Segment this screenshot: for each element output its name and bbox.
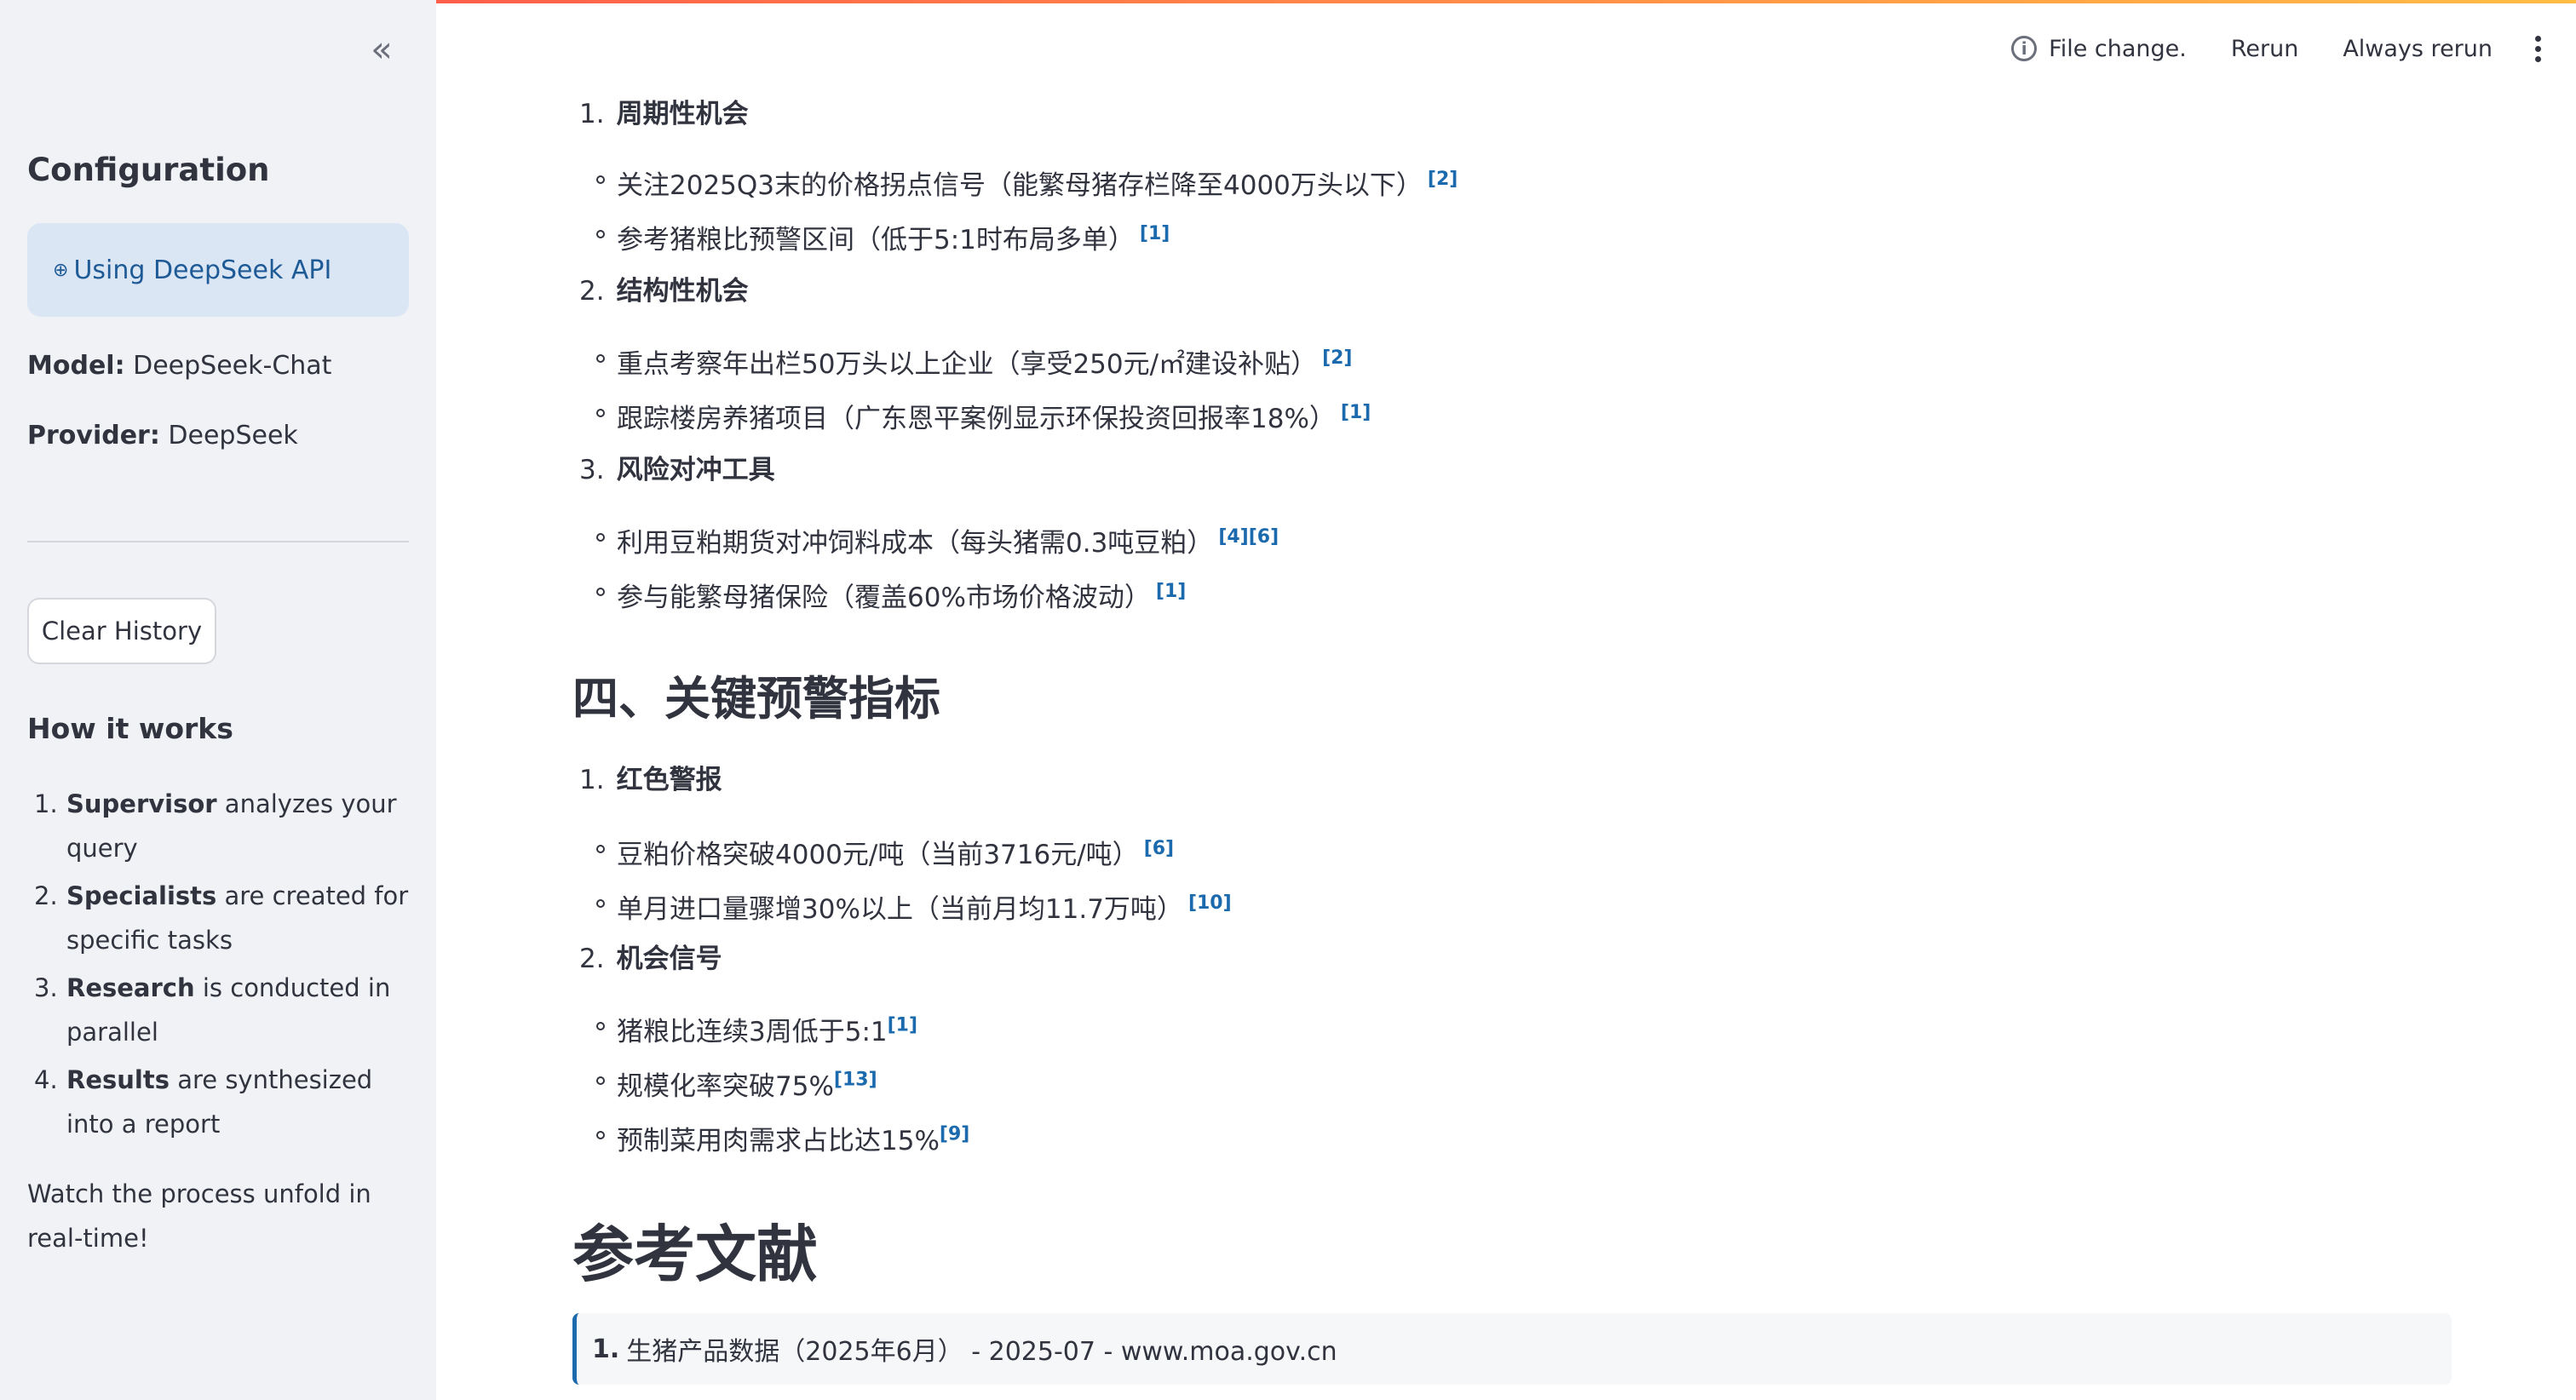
main-content: 1. 周期性机会 关注2025Q3末的价格拐点信号（能繁母猪存栏降至4000万头以… (436, 0, 2576, 1400)
how-step: 4. Results are synthesized into a report (34, 1065, 373, 1139)
list-item: 3. 风险对冲工具 (579, 455, 775, 485)
bullet-item: 单月进口量骤增30%以上（当前月均11.7万吨） [10] (596, 887, 1232, 926)
citation-link[interactable]: [1] (1140, 223, 1170, 244)
reference-item: 1. 生猪产品数据（2025年6月） - 2025-07 - www.moa.g… (572, 1313, 2452, 1385)
bullet-item: 预制菜用肉需求占比达15%[9] (595, 1119, 969, 1157)
list-item: 2. 结构性机会 (579, 276, 749, 307)
citation-link[interactable]: [1] (1156, 581, 1186, 602)
sidebar-title: Configuration (27, 152, 270, 188)
citation-link[interactable]: [2] (1322, 347, 1352, 369)
api-notice-text: Using DeepSeek API (73, 255, 332, 285)
how-step: 1. Supervisor analyzes your query (34, 789, 397, 863)
bullet-item: 豆粕价格突破4000元/吨（当前3716元/吨） [6] (595, 833, 1174, 871)
globe-icon: ⊕ (53, 259, 69, 281)
clear-history-button[interactable]: Clear History (27, 598, 216, 664)
bullet-item: 跟踪楼房养猪项目（广东恩平案例显示环保投资回报率18%） [1] (595, 397, 1371, 435)
list-item: 2. 机会信号 (579, 944, 722, 974)
sidebar-divider (27, 541, 409, 542)
how-it-works-heading: How it works (27, 712, 233, 745)
section-heading: 四、关键预警指标 (572, 672, 940, 726)
provider-label: Provider: (27, 421, 160, 450)
watch-text: Watch the process unfold in real-time! (27, 1179, 371, 1253)
citation-link[interactable]: [13] (834, 1070, 877, 1091)
provider-value: DeepSeek (168, 421, 298, 450)
model-value: DeepSeek-Chat (133, 351, 332, 381)
how-it-works-list: 1. Supervisor analyzes your query 2. Speci… (27, 782, 419, 1150)
list-item: 1. 红色警报 (579, 765, 722, 795)
model-label: Model: (27, 351, 125, 381)
reference-text[interactable]: 生猪产品数据（2025年6月） - 2025-07 - www.moa.gov.… (626, 1330, 1337, 1368)
citation-link[interactable]: [6] (1144, 838, 1174, 859)
citation-link[interactable]: [2] (1428, 169, 1458, 190)
citation-link[interactable]: [1] (1341, 402, 1371, 423)
bullet-item: 关注2025Q3末的价格拐点信号（能繁母猪存栏降至4000万头以下） [2] (595, 164, 1458, 202)
sidebar: « Configuration ⊕ Using DeepSeek API Mod… (0, 0, 436, 1400)
collapse-sidebar-icon[interactable]: « (361, 31, 402, 68)
citation-link[interactable]: [9] (940, 1124, 969, 1145)
bullet-item: 参考猪粮比预警区间（低于5:1时布局多单） [1] (595, 218, 1170, 256)
how-step: 2. Specialists are created for specific t… (34, 881, 409, 955)
how-step: 3. Research is conducted in parallel (34, 973, 391, 1047)
model-line: Model: DeepSeek-Chat (27, 351, 331, 381)
list-item: 1. 周期性机会 (579, 99, 749, 129)
api-info-box: ⊕ Using DeepSeek API (27, 223, 409, 317)
references-heading: 参考文献 (572, 1219, 819, 1290)
bullet-item: 猪粮比连续3周低于5:1[1] (595, 1010, 917, 1048)
bullet-item: 利用豆粕期货对冲饲料成本（每头猪需0.3吨豆粕） [4][6] (595, 521, 1279, 559)
citation-link[interactable]: [1] (888, 1015, 917, 1036)
reference-number: 1. (592, 1334, 620, 1364)
provider-line: Provider: DeepSeek (27, 421, 298, 450)
bullet-item: 参与能繁母猪保险（覆盖60%市场价格波动） [1] (595, 576, 1186, 614)
bullet-item: 重点考察年出栏50万头以上企业（享受250元/㎡建设补贴） [2] (595, 342, 1352, 381)
citation-link[interactable]: [10] (1188, 892, 1232, 914)
citation-link[interactable]: [4][6] (1218, 526, 1279, 548)
bullet-item: 规模化率突破75%[13] (596, 1064, 877, 1103)
